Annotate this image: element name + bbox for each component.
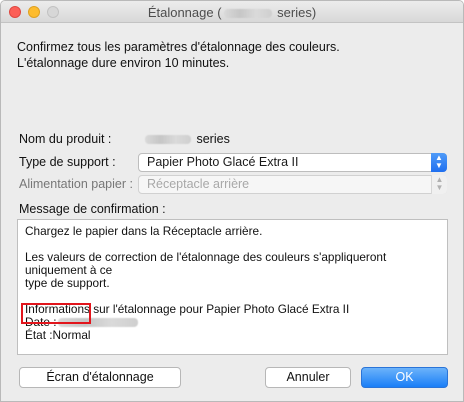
product-name-value: series	[143, 132, 230, 146]
media-type-select[interactable]: Papier Photo Glacé Extra II ▲ ▼	[138, 153, 447, 172]
window-title: Étalonnage ( series)	[147, 5, 317, 20]
confirmation-message-box[interactable]: Chargez le papier dans la Réceptacle arr…	[17, 219, 448, 355]
media-type-label: Type de support :	[19, 155, 116, 169]
chevron-updown-icon: ▲ ▼	[431, 175, 447, 194]
redacted-model-name	[223, 9, 272, 19]
message-line-3: type de support.	[25, 276, 110, 290]
status-highlight-box	[21, 303, 91, 324]
title-bar: Étalonnage ( series)	[1, 1, 463, 23]
chevron-updown-icon: ▲ ▼	[431, 153, 447, 172]
instruction-line-1: Confirmez tous les paramètres d'étalonna…	[17, 40, 340, 54]
paper-feed-label: Alimentation papier :	[19, 177, 133, 191]
instruction-line-2: L'étalonnage dure environ 10 minutes.	[17, 56, 230, 70]
cancel-button[interactable]: Annuler	[265, 367, 351, 388]
message-line-2: Les valeurs de correction de l'étalonnag…	[25, 250, 387, 277]
calibration-dialog: Étalonnage ( series) Confirmez tous les …	[0, 0, 464, 402]
paper-feed-select: Réceptacle arrière ▲ ▼	[138, 175, 447, 194]
product-name-label: Nom du produit :	[19, 132, 112, 146]
message-line-1: Chargez le papier dans la Réceptacle arr…	[25, 224, 263, 238]
redacted-model-name	[145, 135, 191, 145]
ok-button[interactable]: OK	[361, 367, 448, 388]
confirmation-message-label: Message de confirmation :	[19, 202, 166, 216]
instructions: Confirmez tous les paramètres d'étalonna…	[17, 39, 340, 71]
calibration-screen-button[interactable]: Écran d'étalonnage	[19, 367, 181, 388]
message-status-line: État :Normal	[25, 328, 91, 342]
